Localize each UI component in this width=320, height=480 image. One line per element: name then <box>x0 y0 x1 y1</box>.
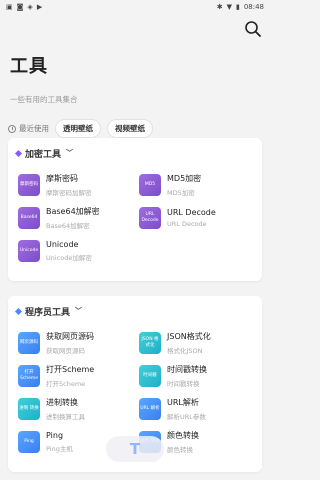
tool-icon: MD5 <box>139 173 161 196</box>
bluetooth-icon: ✱ <box>216 2 223 11</box>
tool-desc: 获取网页源码 <box>46 346 85 355</box>
tool-name: Ping <box>46 430 64 440</box>
tool-name: 颜色转换 <box>167 430 199 440</box>
camera-icon: ◙ <box>16 2 24 11</box>
page-subtitle: 一些有用的工具集合 <box>10 95 78 104</box>
tool-item[interactable]: URL 解析 URL解析解析URL参数 <box>135 392 256 425</box>
tool-desc: URL Decode <box>167 219 207 228</box>
tool-desc: Ping主机 <box>46 444 73 453</box>
top-bar <box>0 14 270 44</box>
tool-icon: URL Decode <box>139 206 161 229</box>
tool-icon: URL 解析 <box>139 397 161 420</box>
chevron-down-icon: ﹀ <box>75 307 83 315</box>
tool-grid: 摩斯密码 摩斯密码 摩斯密码加解密 MD5 MD5加密 MD5加密 Base64 B… <box>8 168 262 267</box>
diamond-icon <box>14 149 23 157</box>
tool-item[interactable]: Base64 Base64加解密 Base64加解密 <box>14 201 135 234</box>
clock-icon <box>8 124 16 133</box>
shield-icon: ◈ <box>27 2 33 11</box>
tool-icon: Base64 <box>18 206 40 229</box>
tool-icon: 摩斯密码 <box>18 173 40 196</box>
wifi-icon: ▼ <box>226 2 232 11</box>
tool-name: Unicode <box>46 239 79 249</box>
battery-icon: ▮ <box>235 2 240 11</box>
diamond-icon <box>14 307 23 315</box>
search-button[interactable] <box>244 20 262 38</box>
section-title: 程序员工具 <box>25 307 71 318</box>
tool-icon: JSON 格式化 <box>139 331 161 354</box>
section-title: 加密工具 <box>25 149 62 160</box>
tool-item[interactable]: MD5 MD5加密 MD5加密 <box>135 168 256 201</box>
chevron-down-icon: ﹀ <box>66 149 74 157</box>
recent-chip[interactable]: 视频壁纸 <box>107 119 153 138</box>
recent-row: 最近使用 透明壁纸 视频壁纸 <box>8 119 270 138</box>
tool-desc: 颜色转换 <box>167 445 193 454</box>
page-title: 工具 <box>10 56 48 77</box>
tool-icon: Ping <box>18 430 40 453</box>
tool-item[interactable]: JSON 格式化 JSON格式化 格式化JSON <box>135 326 256 359</box>
tool-name: URL Decode <box>167 207 216 217</box>
tool-item[interactable]: 网页源码 获取网页源码 获取网页源码 <box>14 326 135 359</box>
recent-label-group: 最近使用 <box>8 123 49 134</box>
tool-item[interactable]: 打开 Scheme 打开Scheme 打开Scheme <box>14 359 135 392</box>
tool-name: 获取网页源码 <box>46 331 94 341</box>
tool-desc: Unicode加解密 <box>46 253 92 262</box>
tool-icon: 时间戳 <box>139 364 161 387</box>
tool-icon: 网页源码 <box>18 331 40 354</box>
tool-desc: 进制换算工具 <box>46 412 85 421</box>
tool-name: 打开Scheme <box>46 364 95 374</box>
tool-item[interactable]: URL Decode URL Decode URL Decode <box>135 201 256 234</box>
tool-name: 进制转换 <box>46 397 78 407</box>
tool-icon: 进制 转换 <box>18 397 40 420</box>
sim-icon: ▣ <box>6 2 13 11</box>
recent-label: 最近使用 <box>19 124 49 133</box>
section-header[interactable]: 程序员工具 ﹀ <box>8 296 262 326</box>
tool-icon: Unicode <box>18 239 40 262</box>
status-right: ✱ ▼ ▮ 08:48 <box>217 3 264 11</box>
section-header[interactable]: 加密工具 ﹀ <box>8 138 262 168</box>
tool-item[interactable]: 时间戳 时间戳转换 时间戳转换 <box>135 359 256 392</box>
tool-item[interactable]: 进制 转换 进制转换进制换算工具 <box>14 392 135 425</box>
floating-text-button[interactable]: T <box>106 436 164 462</box>
tool-name: Base64加解密 <box>46 206 100 216</box>
recent-chip[interactable]: 透明壁纸 <box>55 119 101 138</box>
search-icon <box>245 21 261 37</box>
tool-name: 时间戳转换 <box>167 364 207 374</box>
tool-desc: 时间戳转换 <box>167 379 200 388</box>
tool-desc: Base64加解密 <box>46 221 90 230</box>
tool-name: 摩斯密码 <box>46 173 78 183</box>
tool-item[interactable]: Unicode Unicode Unicode加解密 <box>14 234 135 267</box>
tool-desc: 格式化JSON <box>167 346 203 355</box>
tool-icon: 打开 Scheme <box>18 364 40 387</box>
tool-name: JSON格式化 <box>167 331 211 341</box>
section-card-encryption: 加密工具 ﹀ 摩斯密码 摩斯密码 摩斯密码加解密 MD5 MD5加密 MD5加密 B… <box>8 138 262 281</box>
tool-item[interactable]: 摩斯密码 摩斯密码 摩斯密码加解密 <box>14 168 135 201</box>
play-icon: ▶ <box>36 2 43 11</box>
tool-desc: 摩斯密码加解密 <box>46 188 92 197</box>
tool-desc: MD5加密 <box>167 188 195 197</box>
status-bar: ▣ ◙ ◈ ▶ ✱ ▼ ▮ 08:48 <box>0 0 270 14</box>
tool-desc: 解析URL参数 <box>167 412 206 421</box>
tool-name: URL解析 <box>167 397 199 407</box>
status-left: ▣ ◙ ◈ ▶ <box>6 2 43 11</box>
tool-name: MD5加密 <box>167 173 202 183</box>
status-time: 08:48 <box>243 3 264 11</box>
tool-desc: 打开Scheme <box>46 379 86 388</box>
